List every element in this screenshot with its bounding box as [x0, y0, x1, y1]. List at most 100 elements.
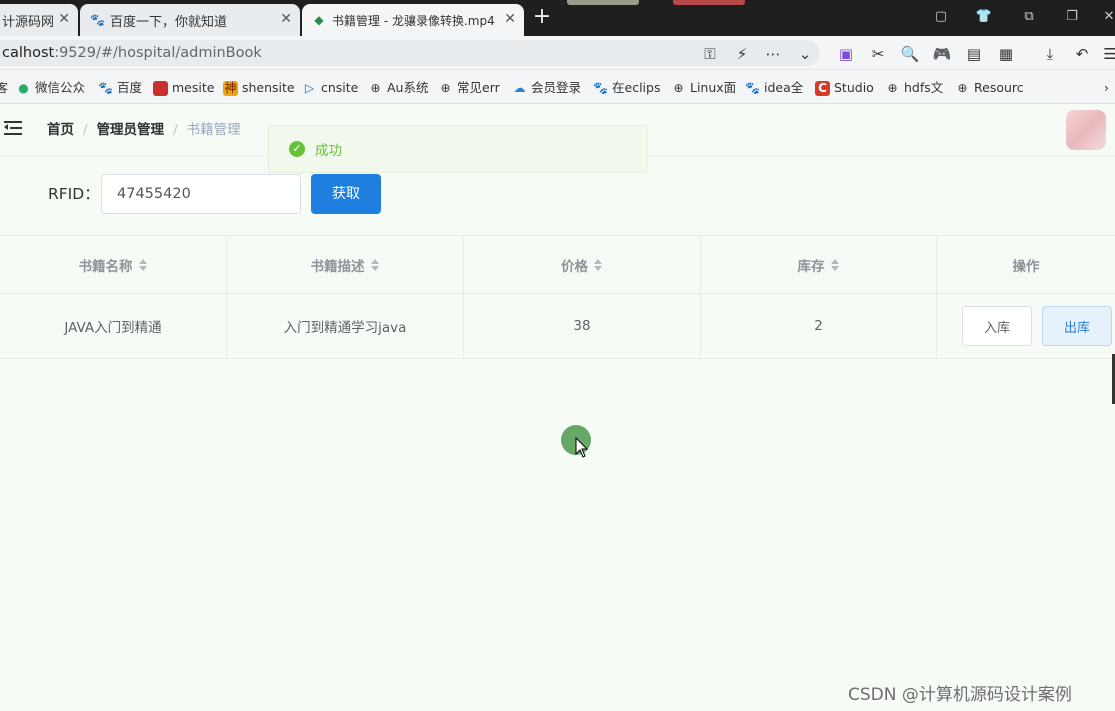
- sidebar-toggle-icon[interactable]: [4, 120, 24, 136]
- bookmark-label: cnsite: [321, 80, 359, 95]
- close-icon[interactable]: ✕: [280, 11, 292, 27]
- url-field[interactable]: calhost:9529/#/hospital/adminBook: [0, 40, 820, 66]
- close-icon[interactable]: ✕: [58, 11, 70, 27]
- bookmark-item[interactable]: ⊕ 常见err: [438, 79, 499, 97]
- download-icon[interactable]: ⤓: [1040, 44, 1060, 64]
- play-icon: ▷: [304, 80, 315, 95]
- admin-app: 首页 / 管理员管理 / 书籍管理 ✓ 成功 RFID： 获取 书籍名称 书籍描…: [0, 104, 1115, 711]
- baidu-paw-icon: 🐾: [745, 80, 760, 95]
- avatar[interactable]: [1066, 110, 1106, 150]
- stock-out-button[interactable]: 出库: [1042, 306, 1112, 346]
- column-title: 价格: [561, 258, 588, 275]
- browser-tab-1[interactable]: 计源码网 ✕: [0, 4, 78, 36]
- bookmark-item[interactable]: 神 shensite: [223, 79, 295, 97]
- lightning-icon[interactable]: ⚡: [732, 44, 752, 64]
- column-header-name[interactable]: 书籍名称: [0, 236, 227, 293]
- browser-tab-2[interactable]: 🐾 百度一下，你就知道 ✕: [80, 4, 300, 36]
- rfid-input[interactable]: [101, 174, 301, 214]
- column-header-desc[interactable]: 书籍描述: [227, 236, 464, 293]
- breadcrumb-current: 书籍管理: [186, 122, 241, 138]
- tab-count-icon[interactable]: ▢: [932, 8, 950, 26]
- cell-book-desc: 入门到精通学习java: [227, 294, 464, 358]
- bookmark-label: Au系统: [387, 80, 429, 95]
- apps-grid-icon[interactable]: ▦: [996, 44, 1016, 64]
- tab-title: 百度一下，你就知道: [110, 14, 228, 30]
- shen-icon: 神: [223, 80, 238, 96]
- bookmark-label: 在eclips: [612, 80, 661, 95]
- bookmark-label: 会员登录: [531, 80, 582, 95]
- bookmarks-bar: 客 ● 微信公众 🐾 百度 mesite 神 shensite ▷ cnsite ⊕ Au…: [0, 70, 1115, 104]
- close-window-icon[interactable]: ✕: [1100, 8, 1115, 26]
- menu-icon[interactable]: ☰: [1100, 44, 1115, 64]
- bookmark-item[interactable]: C Studio: [815, 79, 874, 97]
- app-favicon-icon: ◆: [314, 13, 324, 27]
- sort-icon[interactable]: [594, 258, 603, 272]
- bookmark-item[interactable]: ⊕ Linux面: [671, 79, 736, 97]
- bookmark-label: hdfs文: [904, 80, 944, 95]
- new-tab-button[interactable]: +: [530, 5, 554, 29]
- success-toast: ✓ 成功: [268, 125, 648, 173]
- scissors-icon[interactable]: ✂: [868, 44, 888, 64]
- breadcrumb-admin[interactable]: 管理员管理: [97, 121, 165, 139]
- reader-icon[interactable]: ▤: [964, 44, 984, 64]
- bookmark-item[interactable]: 🐾 百度: [98, 79, 142, 97]
- column-header-price[interactable]: 价格: [464, 236, 701, 293]
- fetch-button[interactable]: 获取: [311, 174, 381, 214]
- undo-icon[interactable]: ↶: [1072, 44, 1092, 64]
- video-thumbnail: [673, 0, 745, 5]
- baidu-paw-icon: 🐾: [98, 80, 113, 95]
- column-title: 书籍描述: [310, 258, 365, 275]
- translate-icon[interactable]: ▣: [836, 44, 856, 64]
- globe-icon: ⊕: [440, 80, 451, 95]
- window-switch-icon[interactable]: ⧉: [1020, 8, 1038, 26]
- red-square-icon: [153, 80, 168, 96]
- bookmark-item[interactable]: ⊕ Resourc: [955, 79, 1023, 97]
- browser-tab-3[interactable]: ◆ 书籍管理 - 龙骧录像转换.mp4 ✕: [302, 4, 524, 36]
- cloud-icon: ☁: [513, 80, 526, 95]
- globe-icon: ⊕: [673, 80, 684, 95]
- bookmarks-overflow-icon[interactable]: ›: [1104, 79, 1109, 97]
- breadcrumb-home[interactable]: 首页: [47, 121, 74, 139]
- bookmark-fragment[interactable]: 客: [0, 79, 8, 97]
- search-icon[interactable]: 🔍: [900, 44, 920, 64]
- bookmark-item[interactable]: ● 微信公众: [16, 79, 85, 97]
- watermark: CSDN @计算机源码设计案例: [848, 685, 1072, 705]
- close-icon[interactable]: ✕: [504, 11, 516, 27]
- bookmark-item[interactable]: 🐾 在eclips: [593, 79, 660, 97]
- column-title: 操作: [1012, 258, 1040, 275]
- breadcrumb-separator: /: [173, 122, 178, 138]
- column-header-stock[interactable]: 库存: [701, 236, 937, 293]
- globe-icon: ⊕: [957, 80, 968, 95]
- sort-icon[interactable]: [370, 258, 380, 272]
- bookmark-label: 微信公众: [35, 80, 86, 95]
- bookmark-item[interactable]: ⊕ Au系统: [368, 79, 428, 97]
- mouse-cursor-icon: [575, 437, 589, 458]
- url-host: calhost: [2, 45, 55, 61]
- bookmark-item[interactable]: ☁ 会员登录: [512, 79, 582, 97]
- key-icon[interactable]: ⚿: [700, 44, 720, 64]
- bookmark-label: mesite: [172, 80, 215, 95]
- column-header-actions: 操作: [937, 236, 1115, 293]
- restore-icon[interactable]: ❐: [1063, 8, 1081, 26]
- bookmark-item[interactable]: 🐾 idea全: [745, 79, 803, 97]
- shirt-icon[interactable]: 👕: [975, 8, 993, 26]
- more-icon[interactable]: ⋯: [763, 44, 783, 64]
- bookmark-item[interactable]: ▷ cnsite: [302, 79, 359, 97]
- bookmark-item[interactable]: ⊕ hdfs文: [885, 79, 943, 97]
- chevron-down-icon[interactable]: ⌄: [795, 44, 815, 64]
- check-circle-icon: ✓: [289, 141, 305, 157]
- address-bar: calhost:9529/#/hospital/adminBook ⚿ ⚡ ⋯ …: [0, 36, 1115, 70]
- sort-icon[interactable]: [830, 258, 840, 272]
- baidu-paw-icon: 🐾: [90, 13, 105, 27]
- c-icon: C: [815, 80, 830, 96]
- bookmark-item[interactable]: mesite: [153, 79, 214, 97]
- cell-stock: 2: [701, 294, 937, 358]
- wechat-icon: ●: [18, 80, 29, 95]
- sort-icon[interactable]: [138, 258, 148, 272]
- rfid-label: RFID：: [48, 185, 100, 203]
- stock-in-button[interactable]: 入库: [962, 306, 1032, 346]
- tab-title: 计源码网: [2, 14, 55, 30]
- browser-tab-bar: 计源码网 ✕ 🐾 百度一下，你就知道 ✕ ◆ 书籍管理 - 龙骧录像转换.mp4…: [0, 0, 1115, 36]
- tab-title: 书籍管理 - 龙骧录像转换.mp4: [332, 13, 495, 28]
- game-icon[interactable]: 🎮: [932, 44, 952, 64]
